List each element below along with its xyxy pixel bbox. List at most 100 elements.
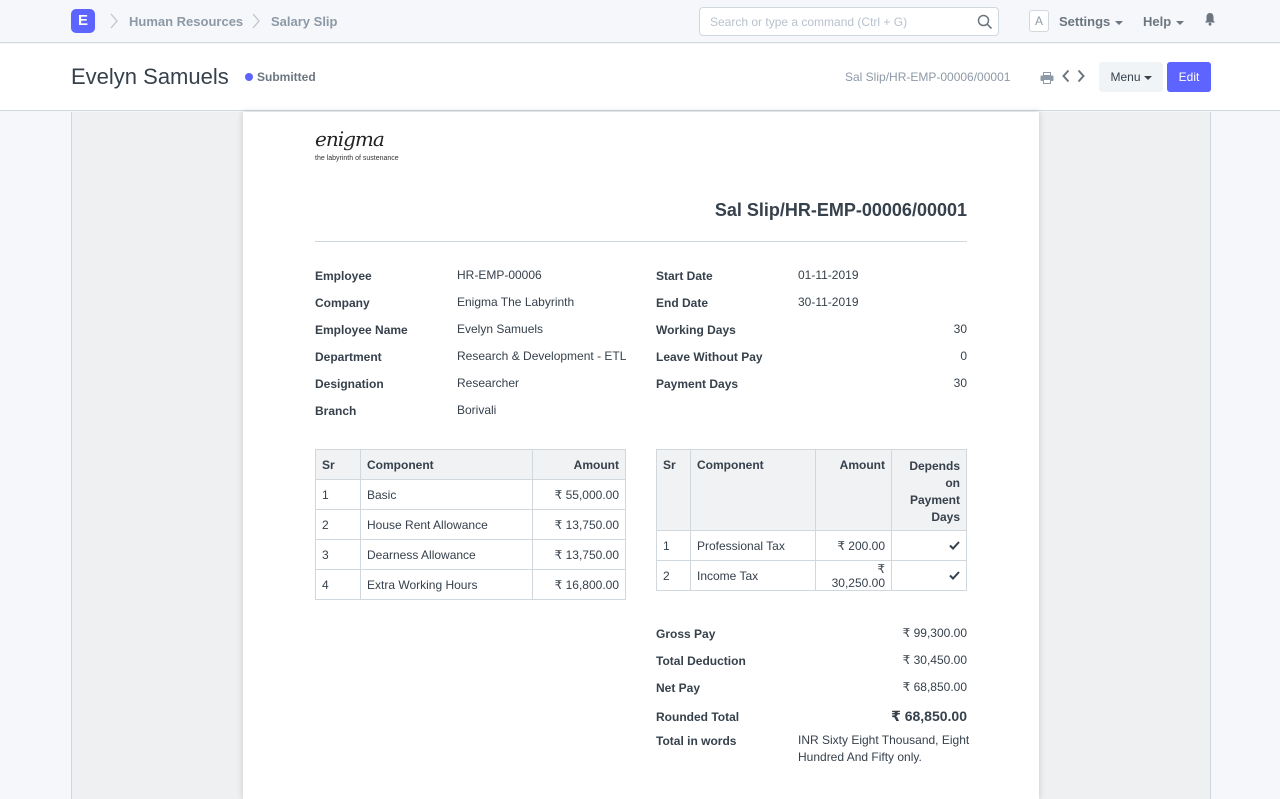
table-row: 1 Professional Tax ₹ 200.00: [656, 530, 967, 561]
field-value-employee: HR-EMP-00006: [457, 268, 542, 282]
brand-tagline: the labyrinth of sustenance: [315, 155, 399, 162]
cell-sr: 2: [656, 560, 691, 591]
menu-label: Menu: [1110, 70, 1141, 84]
status-indicator: Submitted: [245, 70, 316, 84]
column-header-sr: Sr: [656, 449, 691, 531]
brand-name: enigma: [315, 127, 385, 151]
chevron-right-icon: [109, 12, 119, 30]
cell-amount: ₹ 55,000.00: [532, 479, 626, 510]
field-label-department: Department: [315, 350, 382, 364]
cell-amount: ₹ 30,250.00: [815, 560, 892, 591]
cell-component: Basic: [360, 479, 533, 510]
field-label-end-date: End Date: [656, 296, 709, 310]
caret-down-icon: [1176, 20, 1185, 25]
field-label-payment-days: Payment Days: [656, 377, 739, 391]
field-value-department: Research & Development - ETL: [457, 349, 627, 363]
field-label-start-date: Start Date: [656, 269, 713, 283]
salary-slip-document: enigma the labyrinth of sustenance Sal S…: [243, 112, 1039, 799]
settings-label: Settings: [1059, 14, 1111, 29]
field-value-end-date: 30-11-2019: [798, 295, 859, 309]
rounded-total-label: Rounded Total: [656, 710, 740, 724]
bell-icon[interactable]: [1204, 12, 1216, 31]
table-header-row: Sr Component Amount Depends on Payment D…: [656, 449, 967, 531]
field-label-designation: Designation: [315, 377, 384, 391]
chevron-right-icon: [251, 12, 261, 30]
cell-component: Extra Working Hours: [360, 569, 533, 600]
help-dropdown[interactable]: Help: [1143, 14, 1185, 29]
help-label: Help: [1143, 14, 1172, 29]
column-header-amount: Amount: [532, 449, 626, 480]
table-row: 2 House Rent Allowance ₹ 13,750.00: [315, 509, 626, 540]
slip-title: Sal Slip/HR-EMP-00006/00001: [714, 200, 967, 220]
column-header-sr: Sr: [315, 449, 361, 480]
cell-sr: 2: [315, 509, 361, 540]
field-value-company: Enigma The Labyrinth: [457, 295, 575, 309]
total-in-words-label: Total in words: [656, 734, 737, 748]
table-row: 1 Basic ₹ 55,000.00: [315, 479, 626, 510]
field-value-leave-without-pay: 0: [960, 349, 967, 363]
breadcrumb-salary-slip[interactable]: Salary Slip: [271, 14, 337, 29]
field-value-working-days: 30: [953, 322, 967, 336]
cell-component: House Rent Allowance: [360, 509, 533, 540]
cell-sr: 4: [315, 569, 361, 600]
search-input[interactable]: [700, 8, 960, 35]
cell-component: Dearness Allowance: [360, 539, 533, 570]
cell-sr: 1: [315, 479, 361, 510]
table-header-row: Sr Component Amount: [315, 449, 626, 480]
company-logo: enigma the labyrinth of sustenance: [315, 127, 399, 162]
caret-down-icon: [1115, 20, 1124, 25]
status-dot: [245, 73, 253, 81]
net-pay-label: Net Pay: [656, 681, 701, 695]
field-value-employee-name: Evelyn Samuels: [457, 322, 544, 336]
table-row: 3 Dearness Allowance ₹ 13,750.00: [315, 539, 626, 570]
divider: [315, 241, 967, 242]
breadcrumb-human-resources[interactable]: Human Resources: [129, 14, 243, 29]
search-box: [699, 7, 999, 36]
cell-amount: ₹ 16,800.00: [532, 569, 626, 600]
total-deduction-value: ₹ 30,450.00: [902, 653, 967, 667]
table-row: 4 Extra Working Hours ₹ 16,800.00: [315, 569, 626, 600]
cell-depends: [891, 530, 967, 561]
column-header-depends-on-payment-days: Depends on Payment Days: [891, 449, 967, 531]
cell-amount: ₹ 13,750.00: [532, 539, 626, 570]
app-logo[interactable]: E: [71, 9, 95, 33]
navbar: E Human Resources Salary Slip A Settings…: [0, 0, 1280, 43]
status-label: Submitted: [257, 70, 316, 84]
net-pay-value: ₹ 68,850.00: [902, 680, 967, 694]
menu-button[interactable]: Menu: [1099, 62, 1163, 92]
field-label-leave-without-pay: Leave Without Pay: [656, 350, 763, 364]
cell-depends: [891, 560, 967, 591]
field-label-employee: Employee: [315, 269, 372, 283]
column-header-amount: Amount: [815, 449, 892, 531]
page-head: Evelyn Samuels Submitted Sal Slip/HR-EMP…: [0, 44, 1280, 111]
cell-component: Income Tax: [690, 560, 816, 591]
edit-button[interactable]: Edit: [1167, 62, 1211, 92]
deductions-table: Sr Component Amount Depends on Payment D…: [656, 449, 967, 591]
document-name: Sal Slip/HR-EMP-00006/00001: [845, 70, 1011, 84]
cell-amount: ₹ 200.00: [815, 530, 892, 561]
search-icon[interactable]: [977, 14, 993, 35]
total-deduction-label: Total Deduction: [656, 654, 746, 668]
print-icon[interactable]: [1040, 71, 1054, 89]
table-row: 2 Income Tax ₹ 30,250.00: [656, 560, 967, 591]
cell-sr: 3: [315, 539, 361, 570]
column-header-component: Component: [690, 449, 816, 531]
page-title: Evelyn Samuels: [71, 64, 229, 89]
field-label-company: Company: [315, 296, 370, 310]
check-icon: [949, 569, 960, 583]
check-icon: [949, 539, 960, 553]
settings-dropdown[interactable]: Settings: [1059, 14, 1124, 29]
total-in-words-value: INR Sixty Eight Thousand, Eight Hundred …: [798, 733, 970, 764]
field-value-payment-days: 30: [953, 376, 967, 390]
chevron-left-icon[interactable]: [1061, 69, 1071, 88]
field-label-branch: Branch: [315, 404, 357, 418]
gross-pay-value: ₹ 99,300.00: [902, 626, 967, 640]
avatar[interactable]: A: [1029, 10, 1049, 32]
column-header-component: Component: [360, 449, 533, 480]
cell-amount: ₹ 13,750.00: [532, 509, 626, 540]
field-value-branch: Borivali: [457, 403, 497, 417]
cell-component: Professional Tax: [690, 530, 816, 561]
field-value-designation: Researcher: [457, 376, 520, 390]
chevron-right-icon[interactable]: [1076, 69, 1086, 88]
cell-sr: 1: [656, 530, 691, 561]
